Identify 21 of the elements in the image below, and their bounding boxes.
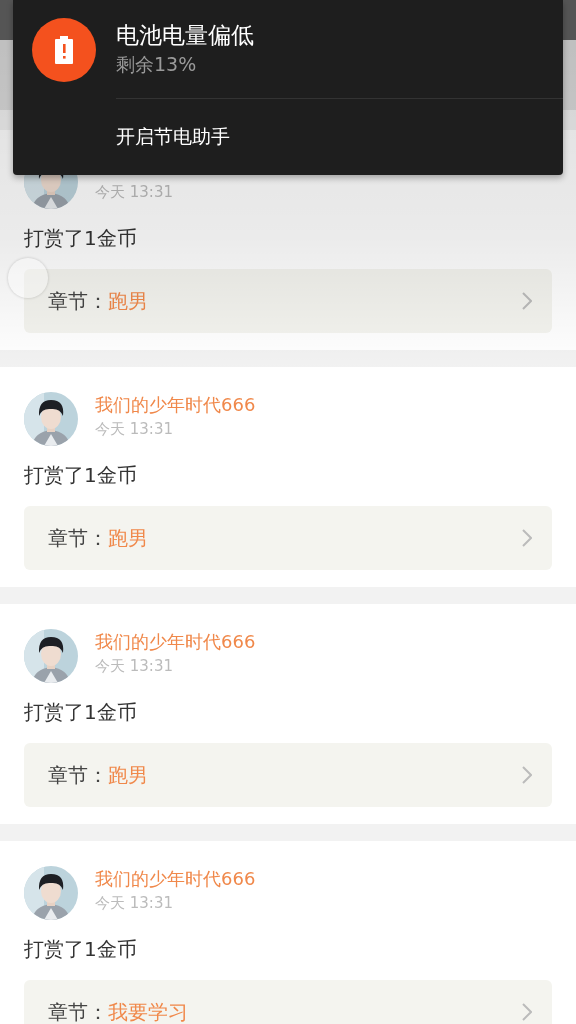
chapter-link[interactable]: 章节：跑男 [24, 506, 552, 570]
chapter-link[interactable]: 章节：跑男 [24, 743, 552, 807]
chevron-right-icon [522, 1003, 532, 1021]
floating-ball-icon[interactable] [8, 258, 48, 298]
chevron-right-icon [522, 529, 532, 547]
chevron-right-icon [522, 292, 532, 310]
reward-message: 打赏了1金币 [24, 462, 137, 489]
power-saver-button[interactable]: 开启节电助手 [116, 121, 230, 151]
reward-message: 打赏了1金币 [24, 699, 137, 726]
post-time: 今天 13:31 [95, 656, 174, 677]
notification-subtitle: 剩余13% [116, 52, 198, 77]
chapter-link[interactable]: 章节：我要学习 [24, 980, 552, 1024]
reward-message: 打赏了1金币 [24, 225, 137, 252]
chapter-link[interactable]: 章节：跑男 [24, 269, 552, 333]
battery-alert-icon [55, 36, 73, 64]
post-time: 今天 13:31 [95, 182, 173, 203]
notification-title: 电池电量偏低 [116, 21, 254, 50]
chevron-right-icon [522, 766, 532, 784]
post-time: 今天 13:31 [95, 893, 174, 914]
post-time: 今天 13:31 [95, 419, 174, 440]
reward-message: 打赏了1金币 [24, 936, 137, 963]
